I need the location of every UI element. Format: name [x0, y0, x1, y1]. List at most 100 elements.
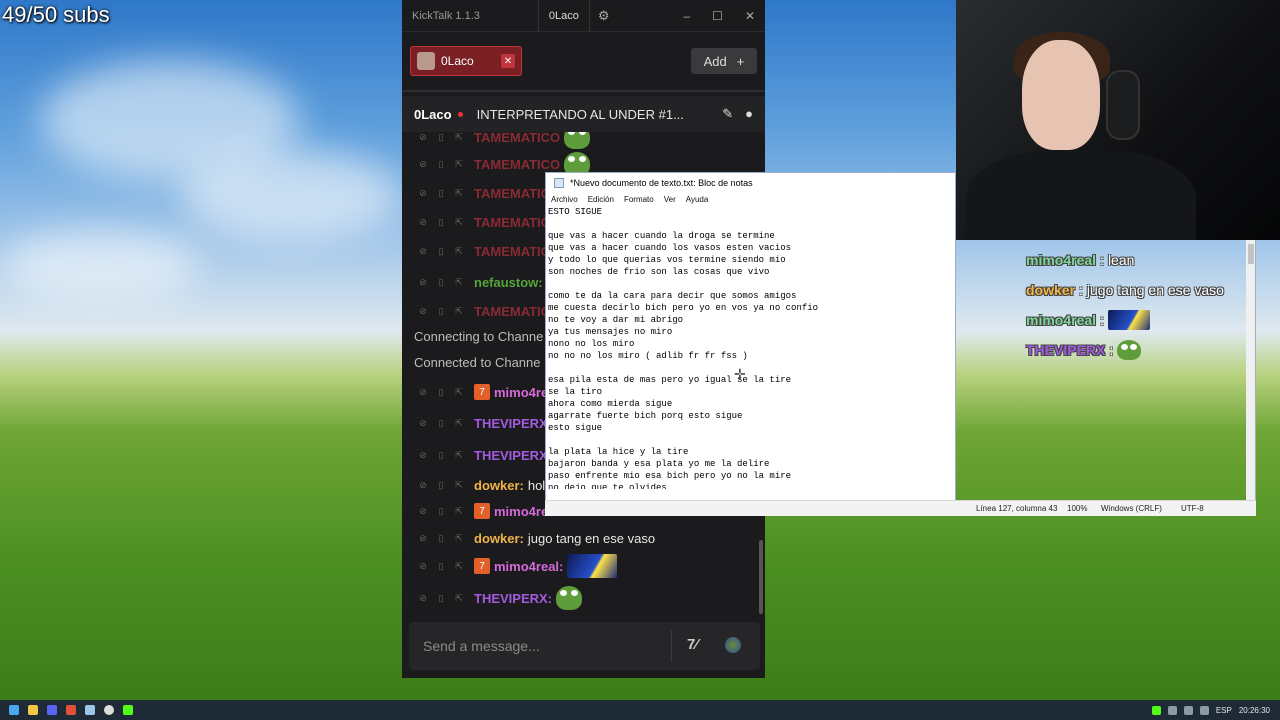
mod-actions[interactable]: ⊘ ▯ ⇱	[418, 418, 464, 429]
overlay-chat-line: mimo4real :	[1026, 310, 1150, 330]
add-label: Add	[703, 53, 727, 69]
chat-message: ⊘ ▯ ⇱ TAMEMATICO	[402, 132, 591, 150]
mod-actions[interactable]: ⊘ ▯ ⇱	[418, 246, 464, 257]
tab-label: 0Laco	[441, 54, 474, 68]
start-icon[interactable]	[9, 705, 19, 715]
kick-emotes-icon[interactable]: 7⁄	[687, 636, 698, 653]
mod-actions[interactable]: ⊘ ▯ ⇱	[418, 387, 464, 398]
menu-formato[interactable]: Formato	[624, 195, 654, 204]
add-channel-button[interactable]: Add +	[691, 48, 757, 74]
menu-ayuda[interactable]: Ayuda	[686, 195, 709, 204]
message-username[interactable]: TAMEMATICO	[474, 157, 560, 172]
tray-steam-icon[interactable]	[1167, 705, 1177, 715]
notepad-title-bar: *Nuevo documento de texto.txt: Bloc de n…	[546, 173, 955, 192]
chat-message: ⊘ ▯ ⇱ TAMEMATICO	[402, 298, 564, 324]
kicktalk-taskbar-icon[interactable]	[123, 705, 133, 715]
minimize-icon[interactable]: –	[683, 9, 690, 23]
chat-scrollbar[interactable]	[759, 540, 763, 614]
chat-message: ⊘ ▯ ⇱ THEVIPERX:	[402, 585, 583, 611]
mouse-cursor-icon: ✛	[734, 366, 746, 382]
discord-icon[interactable]	[47, 705, 57, 715]
message-username[interactable]: TAMEMATICO	[474, 132, 560, 145]
notepad-text-area[interactable]: ESTO SIGUE que vas a hacer cuando la dro…	[548, 206, 953, 489]
chat-message: ⊘ ▯ ⇱ TAMEMATICO	[402, 238, 564, 264]
tray-kick-icon[interactable]	[1151, 705, 1161, 715]
stream-title: INTERPRETANDO AL UNDER #1...	[476, 106, 684, 122]
chat-message: ⊘ ▯ ⇱ dowker: hola	[402, 472, 552, 498]
status-position: Línea 127, columna 43	[976, 504, 1058, 513]
brave-icon[interactable]	[66, 705, 76, 715]
tray-clock[interactable]: 20:26:30	[1239, 706, 1270, 715]
notepad-title: *Nuevo documento de texto.txt: Bloc de n…	[570, 177, 753, 188]
webcam-person	[966, 150, 1196, 240]
tray-language[interactable]: ESP	[1216, 706, 1232, 715]
menu-edicion[interactable]: Edición	[588, 195, 614, 204]
obs-icon[interactable]	[104, 705, 114, 715]
menu-ver[interactable]: Ver	[664, 195, 676, 204]
notepad-menu-bar: Archivo Edición Formato Ver Ayuda	[546, 192, 955, 206]
tray-volume-icon[interactable]	[1183, 705, 1193, 715]
mod-actions[interactable]: ⊘ ▯ ⇱	[418, 450, 464, 461]
mod-actions[interactable]: ⊘ ▯ ⇱	[418, 188, 464, 199]
notepad-taskbar-icon[interactable]	[85, 705, 95, 715]
chat-message: ⊘ ▯ ⇱ THEVIPERX:	[402, 410, 556, 436]
mod-actions[interactable]: ⊘ ▯ ⇱	[418, 506, 464, 517]
chat-message: ⊘ ▯ ⇱ TAMEMATICO	[402, 180, 564, 206]
chat-message: ⊘ ▯ ⇱ 7 mimo4real	[402, 379, 563, 405]
scroll-thumb[interactable]	[1248, 244, 1254, 264]
status-encoding: UTF-8	[1181, 504, 1204, 513]
mod-actions[interactable]: ⊘ ▯ ⇱	[418, 306, 464, 317]
system-tray: ESP 20:26:30	[1151, 700, 1280, 720]
message-username[interactable]: dowker:	[474, 478, 524, 493]
plus-icon: +	[736, 53, 745, 69]
tab-close-icon[interactable]: ✕	[501, 54, 515, 68]
title-bar: KickTalk 1.1.3 0Laco ⚙ – ☐ ✕	[402, 0, 765, 32]
message-username[interactable]: dowker:	[474, 531, 524, 546]
mod-actions[interactable]: ⊘ ▯ ⇱	[418, 159, 464, 170]
channel-avatar	[417, 52, 435, 70]
menu-archivo[interactable]: Archivo	[551, 195, 578, 204]
globe-emotes-icon[interactable]	[725, 637, 741, 653]
chat-message: ⊘ ▯ ⇱ dowker: jugo tang en ese vaso	[402, 525, 655, 551]
pin-icon[interactable]: ✎	[722, 106, 733, 122]
mod-actions[interactable]: ⊘ ▯ ⇱	[418, 561, 464, 572]
message-username[interactable]: THEVIPERX:	[474, 416, 552, 431]
overlay-chat-line: dowker : jugo tang en ese vaso	[1026, 282, 1224, 298]
message-username[interactable]: mimo4real:	[494, 559, 563, 574]
message-username[interactable]: THEVIPERX:	[474, 591, 552, 606]
overlay-username: THEVIPERX	[1026, 342, 1106, 358]
file-explorer-icon[interactable]	[28, 705, 38, 715]
message-username[interactable]: nefaustow:	[474, 275, 543, 290]
frog-emote-icon	[1117, 340, 1142, 360]
mod-actions[interactable]: ⊘ ▯ ⇱	[418, 217, 464, 228]
mod-actions[interactable]: ⊘ ▯ ⇱	[418, 593, 464, 604]
maximize-icon[interactable]: ☐	[712, 9, 723, 23]
tab-0laco[interactable]: 0Laco ✕	[410, 46, 522, 76]
close-window-icon[interactable]: ✕	[745, 9, 755, 23]
kick-badge-icon: 7	[474, 558, 490, 574]
message-input-placeholder: Send a message...	[423, 638, 540, 654]
settings-gear-icon[interactable]: ⚙	[598, 8, 610, 24]
wallpaper-cloud	[0, 230, 200, 300]
frog-emote-icon	[564, 132, 591, 149]
car-emote-icon	[567, 554, 618, 578]
account-button[interactable]: 0Laco	[537, 0, 590, 32]
mod-actions[interactable]: ⊘ ▯ ⇱	[418, 277, 464, 288]
user-list-icon[interactable]: ●	[745, 106, 753, 122]
mod-actions[interactable]: ⊘ ▯ ⇱	[418, 480, 464, 491]
message-username[interactable]: THEVIPERX:	[474, 448, 552, 463]
notepad-status-bar: Línea 127, columna 43 100% Windows (CRLF…	[545, 500, 1256, 516]
tray-network-icon[interactable]	[1199, 705, 1209, 715]
overlay-chat-line: THEVIPERX :	[1026, 340, 1142, 360]
system-message-connecting: Connecting to Channe	[414, 329, 544, 344]
notepad-icon	[554, 177, 564, 188]
overlay-separator: :	[1100, 312, 1104, 328]
notepad-border	[1255, 240, 1256, 516]
channel-name: 0Laco	[414, 106, 452, 122]
mod-actions[interactable]: ⊘ ▯ ⇱	[418, 132, 464, 143]
message-input[interactable]: Send a message... 7⁄	[409, 622, 760, 670]
frog-emote-icon	[556, 586, 583, 610]
mod-actions[interactable]: ⊘ ▯ ⇱	[418, 533, 464, 544]
kick-badge-icon: 7	[474, 384, 490, 400]
status-zoom: 100%	[1067, 504, 1088, 513]
